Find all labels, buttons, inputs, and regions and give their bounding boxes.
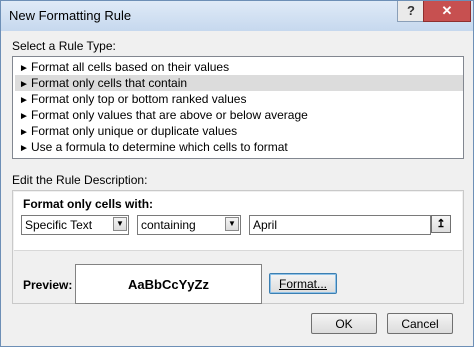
text-value-input[interactable]: April (249, 215, 431, 235)
preview-box: AaBbCcYyZz (75, 264, 262, 304)
close-button[interactable]: ✕ (423, 1, 471, 22)
rule-type-item[interactable]: ► Format all cells based on their values (15, 59, 463, 75)
condition-select-value: Specific Text (25, 218, 93, 232)
title-bar[interactable]: New Formatting Rule ? ✕ (1, 1, 473, 31)
operator-select-value: containing (141, 218, 196, 232)
arrow-icon: ► (19, 143, 29, 154)
rule-type-item-label: Format only unique or duplicate values (31, 124, 238, 138)
rule-description-label: Edit the Rule Description: (12, 173, 148, 187)
rule-type-item-label: Use a formula to determine which cells t… (31, 140, 288, 154)
preview-sample: AaBbCcYyZz (128, 277, 209, 292)
dialog-window: New Formatting Rule ? ✕ Select a Rule Ty… (0, 0, 474, 347)
preview-label: Preview: (23, 278, 73, 292)
format-only-label: Format only cells with: (23, 197, 154, 211)
chevron-down-icon[interactable]: ▼ (113, 217, 127, 231)
format-button[interactable]: Format... (269, 273, 337, 294)
rule-type-item[interactable]: ► Format only top or bottom ranked values (15, 91, 463, 107)
rule-type-item-selected[interactable]: ► Format only cells that contain (15, 75, 463, 91)
rule-type-item[interactable]: ► Format only values that are above or be… (15, 107, 463, 123)
dialog-title: New Formatting Rule (9, 8, 132, 23)
help-button[interactable]: ? (397, 1, 425, 22)
format-button-label: Format... (278, 277, 327, 291)
cancel-button[interactable]: Cancel (387, 313, 453, 334)
rule-type-item-label: Format all cells based on their values (31, 60, 230, 74)
operator-select[interactable]: containing ▼ (137, 215, 241, 235)
rule-type-item[interactable]: ► Format only unique or duplicate values (15, 123, 463, 139)
ok-button[interactable]: OK (311, 313, 377, 334)
collapse-dialog-button[interactable]: ↥ (431, 215, 451, 233)
chevron-down-icon[interactable]: ▼ (225, 217, 239, 231)
rule-type-label: Select a Rule Type: (12, 39, 116, 53)
cancel-button-label: Cancel (401, 317, 439, 331)
ok-button-label: OK (335, 317, 353, 331)
rule-type-list[interactable]: ► Format all cells based on their values … (12, 56, 464, 159)
rule-type-item-label: Format only cells that contain (31, 76, 188, 90)
rule-type-item-label: Format only values that are above or bel… (31, 108, 308, 122)
text-value: April (253, 218, 278, 232)
rule-type-item[interactable]: ► Use a formula to determine which cells … (15, 139, 463, 155)
collapse-dialog-icon: ↥ (436, 218, 446, 230)
condition-select[interactable]: Specific Text ▼ (21, 215, 129, 235)
rule-type-item-label: Format only top or bottom ranked values (31, 92, 247, 106)
